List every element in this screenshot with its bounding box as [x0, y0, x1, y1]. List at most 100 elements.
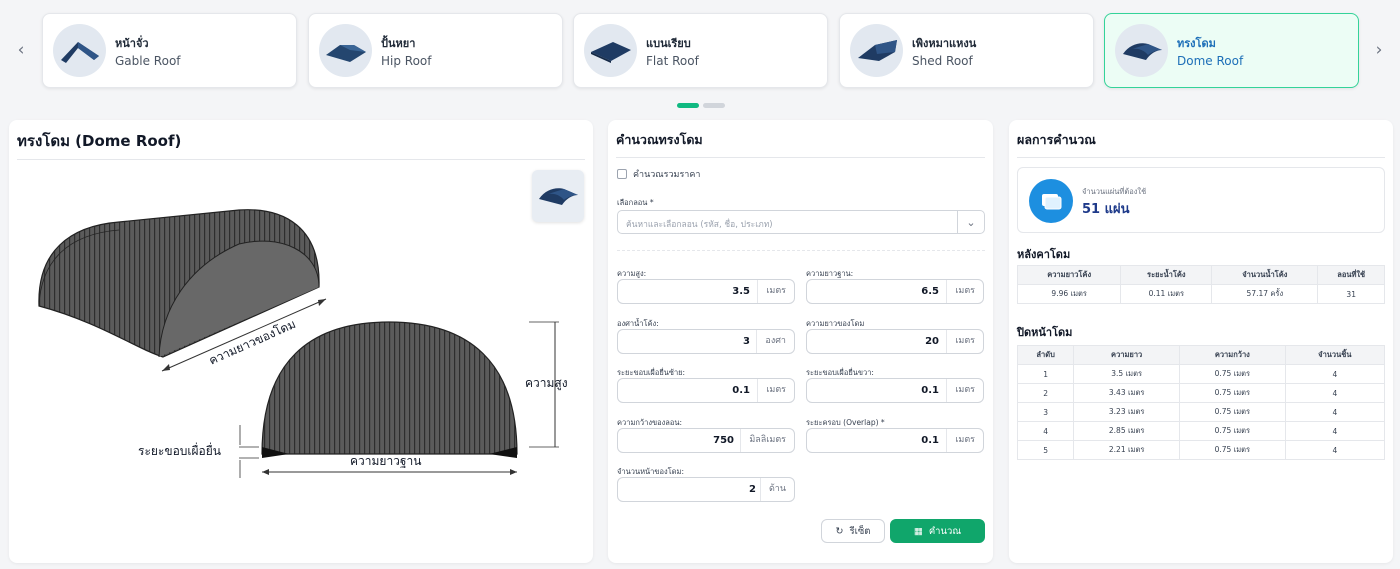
table-header-row: ความยาวโค้ง ระยะน้ำโค้ง จำนวนน้ำโค้ง ลอน… — [1016, 265, 1385, 285]
table-header: ลอนที่ใช้ — [1317, 265, 1385, 285]
dome-length-field[interactable]: 20 เมตร — [806, 329, 984, 354]
roof-card-dome[interactable]: ทรงโดม Dome Roof — [1104, 13, 1359, 88]
pagination-dot[interactable] — [703, 103, 725, 108]
height-unit: เมตร — [757, 280, 794, 303]
dome-roof-icon — [1115, 24, 1168, 77]
overhang-right-unit: เมตร — [946, 379, 983, 402]
table-cell: 3 — [1016, 402, 1075, 422]
diagram-panel: ทรงโดม (Dome Roof) ความยาวของโดม ความสูง… — [9, 120, 593, 563]
sheet-select-label: เลือกลอน * — [617, 198, 654, 207]
calculate-button[interactable]: ▦ คำนวณ — [890, 519, 985, 543]
include-price-checkbox[interactable] — [617, 169, 627, 179]
table-cell: 2.85 เมตร — [1073, 421, 1180, 441]
sheet-width-unit: มิลลิเมตร — [740, 429, 794, 452]
chevron-right-icon[interactable]: › — [1370, 38, 1388, 62]
base-length-unit: เมตร — [946, 280, 983, 303]
roof-card-english-name: Gable Roof — [115, 54, 181, 68]
table-row: 3 3.23 เมตร 0.75 เมตร 4 — [1016, 402, 1386, 422]
overlap-field[interactable]: 0.1 เมตร — [806, 428, 984, 453]
overhang-right-value: 0.1 — [921, 385, 939, 396]
roof-card-english-name: Hip Roof — [381, 54, 432, 68]
roof-card-hip[interactable]: ปั้นหยา Hip Roof — [308, 13, 563, 88]
table-header: ลำดับ — [1016, 345, 1075, 365]
sheet-select[interactable]: ค้นหาและเลือกลอน (รหัส, ชื่อ, ประเภท) ⌄ — [617, 210, 985, 234]
table-cell: 3.5 เมตร — [1073, 364, 1180, 384]
table-header-row: ลำดับ ความยาว ความกว้าง จำนวนชิ้น — [1016, 345, 1386, 365]
dome-length-value: 20 — [925, 336, 939, 347]
divider — [17, 159, 585, 160]
base-length-field[interactable]: 6.5 เมตร — [806, 279, 984, 304]
faces-field[interactable]: 2 ด้าน — [617, 477, 795, 502]
table-cell: 4 — [1284, 402, 1386, 422]
roof-card-flat[interactable]: แบนเรียบ Flat Roof — [573, 13, 828, 88]
table-cell: 4 — [1016, 421, 1075, 441]
reset-button[interactable]: ↻ รีเซ็ต — [821, 519, 885, 543]
bend-angle-unit: องศา — [756, 330, 794, 353]
table-row: 5 2.21 เมตร 0.75 เมตร 4 — [1016, 440, 1386, 460]
overhang-left-value: 0.1 — [732, 385, 750, 396]
table-header: ความกว้าง — [1178, 345, 1286, 365]
chevron-left-icon[interactable]: ‹ — [12, 38, 30, 62]
calculate-button-label: คำนวณ — [928, 525, 962, 537]
table-header: ความยาวโค้ง — [1016, 265, 1122, 285]
faces-value: 2 — [749, 484, 756, 495]
table-cell: 1 — [1016, 364, 1075, 384]
table-cell: 31 — [1317, 284, 1385, 304]
table-cell: 3.23 เมตร — [1073, 402, 1180, 422]
hip-roof-icon — [319, 24, 372, 77]
overhang-label: ระยะขอบเผื่อยื่น — [138, 444, 221, 458]
table-cell: 0.11 เมตร — [1120, 284, 1213, 304]
table-cell: 0.75 เมตร — [1178, 383, 1286, 403]
sheet-count-label: จำนวนแผ่นที่ต้องใช้ — [1082, 187, 1147, 196]
base-length-value: 6.5 — [921, 286, 939, 297]
include-price-option[interactable]: คำนวณรวมราคา — [617, 167, 700, 181]
table-cell: 0.75 เมตร — [1178, 402, 1286, 422]
carousel-pagination — [677, 103, 725, 108]
table-cell: 4 — [1284, 364, 1386, 384]
roof-card-thai-name: เพิงหมาแหงน — [912, 37, 977, 50]
overhang-right-field[interactable]: 0.1 เมตร — [806, 378, 984, 403]
calculator-title: คำนวณทรงโดม — [616, 132, 703, 147]
table-cell: 5 — [1016, 440, 1075, 460]
gable-roof-icon — [53, 24, 106, 77]
sheet-width-field[interactable]: 750 มิลลิเมตร — [617, 428, 795, 453]
dome-face-section-title: ปิดหน้าโดม — [1017, 326, 1073, 339]
height-label: ความสูง — [525, 376, 568, 390]
sheet-count-summary: จำนวนแผ่นที่ต้องใช้ 51 แผ่น — [1017, 167, 1385, 233]
sheet-stack-icon — [1029, 179, 1073, 223]
dome-roof-table: ความยาวโค้ง ระยะน้ำโค้ง จำนวนน้ำโค้ง ลอน… — [1016, 265, 1385, 304]
reset-icon: ↻ — [835, 525, 844, 537]
pagination-dot-active[interactable] — [677, 103, 699, 108]
roof-card-english-name: Dome Roof — [1177, 54, 1244, 68]
calculator-icon: ▦ — [913, 525, 923, 537]
sheet-width-value: 750 — [713, 435, 734, 446]
overlap-unit: เมตร — [946, 429, 983, 452]
table-cell: 2.21 เมตร — [1073, 440, 1180, 460]
roof-type-carousel: ‹ หน้าจั่ว Gable Roof ปั้นหยา Hip Roof แ… — [0, 0, 1400, 112]
table-cell: 0.75 เมตร — [1178, 440, 1286, 460]
height-field[interactable]: 3.5 เมตร — [617, 279, 795, 304]
table-cell: 4 — [1284, 421, 1386, 441]
roof-card-thai-name: ปั้นหยา — [381, 37, 416, 50]
divider — [1017, 157, 1385, 158]
roof-card-english-name: Shed Roof — [912, 54, 973, 68]
table-row: 9.96 เมตร 0.11 เมตร 57.17 ครั้ง 31 — [1016, 284, 1385, 304]
results-title: ผลการคำนวณ — [1017, 132, 1096, 147]
reset-button-label: รีเซ็ต — [849, 525, 871, 537]
calculator-panel: คำนวณทรงโดม คำนวณรวมราคา เลือกลอน * ค้นห… — [608, 120, 993, 563]
dome-roof-section-title: หลังคาโดม — [1017, 248, 1071, 261]
overhang-left-unit: เมตร — [757, 379, 794, 402]
overhang-left-field[interactable]: 0.1 เมตร — [617, 378, 795, 403]
table-row: 4 2.85 เมตร 0.75 เมตร 4 — [1016, 421, 1386, 441]
diagram-title: ทรงโดม (Dome Roof) — [17, 132, 182, 150]
table-cell: 4 — [1284, 383, 1386, 403]
overlap-value: 0.1 — [921, 435, 939, 446]
bend-angle-field[interactable]: 3 องศา — [617, 329, 795, 354]
table-cell: 2 — [1016, 383, 1075, 403]
chevron-down-icon[interactable]: ⌄ — [957, 211, 984, 233]
dome-face-table: ลำดับ ความยาว ความกว้าง จำนวนชิ้น 1 3.5 … — [1016, 345, 1386, 460]
shed-roof-icon — [850, 24, 903, 77]
roof-card-gable[interactable]: หน้าจั่ว Gable Roof — [42, 13, 297, 88]
roof-card-shed[interactable]: เพิงหมาแหงน Shed Roof — [839, 13, 1094, 88]
table-header: จำนวนชิ้น — [1284, 345, 1386, 365]
